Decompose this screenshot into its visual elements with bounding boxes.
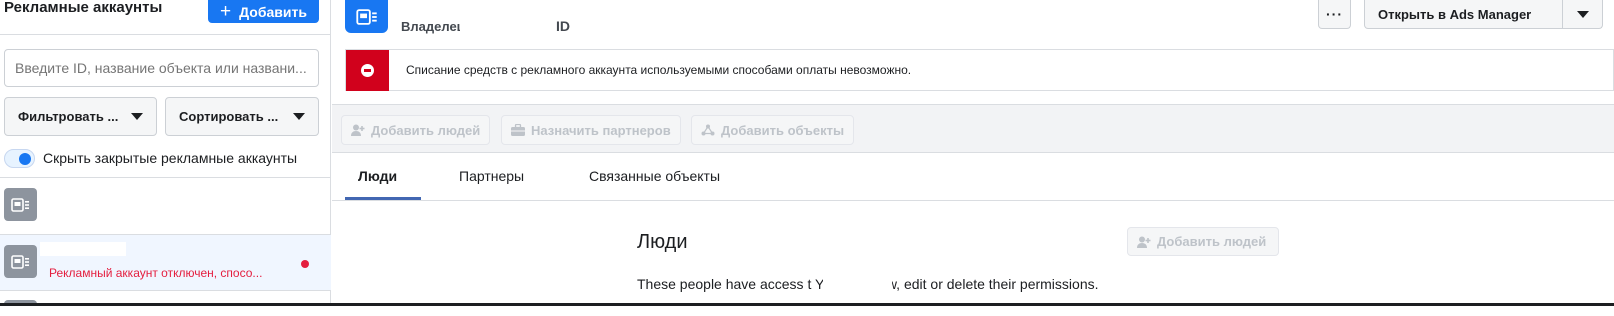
sort-label: Сортировать ... [179,109,279,124]
alert-text: Списание средств с рекламного аккаунта и… [406,63,912,77]
redacted-text [823,274,892,292]
chevron-down-icon [293,113,305,120]
assign-partners-button[interactable]: Назначить партнеров [501,115,681,145]
action-toolbar: Добавить людей Назначить партнеров Добав… [332,104,1614,153]
ad-accounts-sidebar: Рекламные аккаунты + Добавить Фильтроват… [0,0,331,316]
active-tab-indicator [345,197,421,200]
briefcase-icon [511,124,525,136]
ad-account-icon [4,188,37,221]
objects-icon [701,124,715,136]
sidebar-title: Рекламные аккаунты [4,0,163,16]
hide-closed-label: Скрыть закрытые рекламные аккаунты [43,150,298,166]
chevron-down-icon [1576,10,1589,18]
owner-label: Владелец [401,19,465,34]
section-add-people-label: Добавить людей [1157,234,1267,249]
divider [0,34,331,35]
account-id-label: ID [556,18,570,34]
add-person-icon [351,124,365,136]
account-detail-panel: Владелец ID ··· Открыть в Ads Manager Сп… [332,0,1614,316]
hide-closed-toggle[interactable] [4,148,35,168]
open-ads-manager-button[interactable]: Открыть в Ads Manager [1364,0,1563,29]
payment-alert-banner: Списание средств с рекламного аккаунта и… [345,49,1614,91]
error-dot-icon [301,260,309,268]
tab-bar: Люди Партнеры Связанные объекты [332,153,1614,201]
add-people-button[interactable]: Добавить людей [341,115,491,145]
divider [0,234,331,235]
tab-partners[interactable]: Партнеры [459,168,524,184]
plus-icon: + [220,1,232,22]
ad-account-icon [345,0,388,33]
account-list-item[interactable] [0,178,331,234]
redacted-account-name [40,242,126,256]
add-people-label: Добавить людей [371,122,481,138]
ad-account-icon [4,245,37,278]
more-icon: ··· [1326,6,1343,22]
add-person-icon [1137,236,1151,248]
section-add-people-button[interactable]: Добавить людей [1127,227,1279,256]
add-account-label: Добавить [239,3,307,20]
chevron-down-icon [131,113,143,120]
filter-dropdown[interactable]: Фильтровать ... [4,97,157,136]
add-objects-label: Добавить объекты [721,122,845,138]
section-title: Люди [637,231,688,253]
search-input[interactable] [4,49,319,87]
redacted-owner [460,16,556,36]
assign-partners-label: Назначить партнеров [531,122,671,138]
divider [0,290,331,291]
tab-connected-objects[interactable]: Связанные объекты [589,168,720,184]
open-ads-manager-label: Открыть в Ads Manager [1378,6,1532,22]
sort-dropdown[interactable]: Сортировать ... [165,97,319,136]
add-account-button[interactable]: + Добавить [208,0,319,23]
filter-label: Фильтровать ... [18,109,119,124]
more-options-button[interactable]: ··· [1318,0,1351,29]
bottom-edge-line [0,303,1614,306]
tab-people[interactable]: Люди [358,168,397,184]
add-objects-button[interactable]: Добавить объекты [691,115,855,145]
ads-manager-dropdown-button[interactable] [1563,0,1603,29]
account-status-text: Рекламный аккаунт отключен, спосо... [49,266,263,280]
hide-closed-row: Скрыть закрытые рекламные аккаунты [4,147,297,169]
alert-icon [346,50,389,91]
